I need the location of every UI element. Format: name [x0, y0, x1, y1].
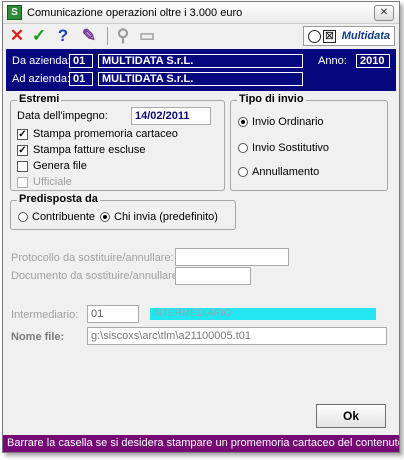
- folder-icon[interactable]: ▭: [137, 26, 157, 46]
- year-label: Anno:: [318, 55, 347, 67]
- app-icon: S: [7, 5, 22, 20]
- year-field[interactable]: 2010: [356, 54, 390, 68]
- from-company-label: Da azienda:: [12, 55, 71, 67]
- title-bar: S Comunicazione operazioni oltre i 3.000…: [3, 2, 399, 24]
- impegno-date-label: Data dell'impegno:: [17, 110, 108, 122]
- logo-box-icon: ⊠: [323, 30, 336, 43]
- binoculars-icon[interactable]: ⚲: [113, 26, 133, 46]
- contribuente-label: Contribuente: [32, 211, 95, 223]
- tipo-invio-title: Tipo di invio: [237, 93, 306, 105]
- ok-button[interactable]: Ok: [316, 404, 386, 428]
- ufficiale-label: Ufficiale: [33, 176, 72, 188]
- intermediary-label: Intermediario:: [11, 309, 79, 321]
- filename-label: Nome file:: [11, 331, 65, 343]
- ufficiale-checkbox[interactable]: [17, 177, 28, 188]
- chi-invia-radio[interactable]: [100, 212, 110, 222]
- help-icon[interactable]: ?: [53, 26, 73, 46]
- estremi-group: Estremi Data dell'impegno: 14/02/2011 ✓ …: [10, 93, 225, 191]
- logo-text: Multidata: [341, 30, 390, 42]
- invio-ordinario-label: Invio Ordinario: [252, 116, 324, 128]
- estremi-title: Estremi: [17, 93, 62, 105]
- from-company-name: MULTIDATA S.r.L.: [98, 54, 303, 68]
- annullamento-label: Annullamento: [252, 166, 320, 178]
- close-button[interactable]: ✕: [374, 5, 394, 21]
- protocol-input[interactable]: [175, 248, 289, 266]
- tipo-invio-group: Tipo di invio Invio Ordinario Invio Sost…: [230, 93, 388, 191]
- toolbar: ✕ ✓ ? ✎ ⚲ ▭ ⊠ Multidata: [3, 24, 399, 48]
- invio-sostitutivo-label: Invio Sostitutivo: [252, 142, 330, 154]
- edit-icon[interactable]: ✎: [79, 26, 99, 46]
- dialog-window: S Comunicazione operazioni oltre i 3.000…: [2, 1, 400, 453]
- to-company-label: Ad azienda:: [12, 73, 71, 85]
- genera-file-label: Genera file: [33, 160, 87, 172]
- from-company-code[interactable]: 01: [69, 54, 93, 68]
- status-bar: Barrare la casella se si desidera stampa…: [3, 435, 399, 452]
- contribuente-radio[interactable]: [18, 212, 28, 222]
- annullamento-radio[interactable]: [238, 167, 248, 177]
- cancel-icon[interactable]: ✕: [7, 26, 27, 46]
- intermediary-code-input[interactable]: 01: [87, 305, 139, 323]
- toolbar-separator: [107, 27, 108, 45]
- chi-invia-label: Chi invia (predefinito): [114, 211, 218, 223]
- document-label: Documento da sostituire/annullare:: [11, 270, 181, 282]
- company-header: Da azienda: 01 MULTIDATA S.r.L. Anno: 20…: [6, 49, 396, 91]
- invio-ordinario-radio[interactable]: [238, 117, 248, 127]
- logo-circle-icon: [308, 30, 321, 43]
- to-company-code[interactable]: 01: [69, 72, 93, 86]
- predisposta-title: Predisposta da: [17, 193, 100, 205]
- stampa-fatture-checkbox[interactable]: ✓: [17, 145, 28, 156]
- to-company-name: MULTIDATA S.r.L.: [98, 72, 303, 86]
- intermediary-name: INTERMEDIARIO: [150, 308, 376, 320]
- impegno-date-input[interactable]: 14/02/2011: [131, 107, 211, 125]
- stampa-promemoria-label: Stampa promemoria cartaceo: [33, 128, 178, 140]
- genera-file-checkbox[interactable]: [17, 161, 28, 172]
- predisposta-group: Predisposta da Contribuente Chi invia (p…: [10, 193, 236, 230]
- stampa-fatture-label: Stampa fatture escluse: [33, 144, 146, 156]
- window-title: Comunicazione operazioni oltre i 3.000 e…: [27, 7, 243, 19]
- invio-sostitutivo-radio[interactable]: [238, 143, 248, 153]
- confirm-icon[interactable]: ✓: [29, 26, 49, 46]
- filename-input[interactable]: g:\siscoxs\arc\tlm\a21100005.t01: [87, 327, 387, 345]
- protocol-label: Protocollo da sostituire/annullare:: [11, 252, 174, 264]
- stampa-promemoria-checkbox[interactable]: ✓: [17, 129, 28, 140]
- multidata-logo: ⊠ Multidata: [303, 26, 395, 46]
- document-input[interactable]: [175, 267, 251, 285]
